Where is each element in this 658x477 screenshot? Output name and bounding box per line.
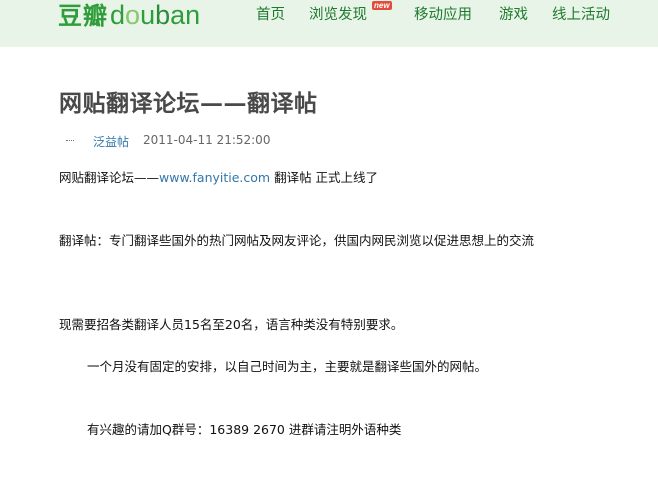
intro-prefix: 网贴翻译论坛—— [59, 170, 160, 185]
post-timestamp: 2011-04-11 21:52:00 [143, 133, 271, 147]
author-avatar[interactable] [66, 140, 74, 143]
author-link[interactable]: 泛益帖 [93, 133, 129, 150]
nav-item-games[interactable]: 游戏 [499, 3, 528, 24]
logo-chinese-text: 豆瓣 [58, 2, 108, 30]
nav-item-mobile-apps[interactable]: 移动应用 [414, 3, 472, 24]
top-navigation-bar: 豆瓣 douban 首页 浏览发现 new 移动应用 游戏 线上活动 [0, 0, 658, 47]
douban-logo[interactable]: 豆瓣 douban [58, 0, 200, 31]
paragraph-recruit: 现需要招各类翻译人员15名至20名，语言种类没有特别要求。 [59, 317, 404, 332]
logo-letter-a: a [170, 0, 186, 30]
logo-english-text: douban [110, 0, 200, 31]
new-badge: new [372, 1, 392, 10]
logo-letter-n: n [185, 0, 201, 30]
logo-letter-u: u [140, 0, 156, 30]
page-title: 网贴翻译论坛——翻译帖 [59, 90, 318, 117]
nav-item-home[interactable]: 首页 [256, 3, 285, 24]
nav-item-explore[interactable]: 浏览发现 [309, 3, 367, 24]
paragraph-schedule: 一个月没有固定的安排，以自己时间为主，主要就是翻译些国外的网帖。 [87, 359, 488, 374]
intro-suffix: 翻译帖 正式上线了 [270, 170, 379, 185]
paragraph-intro: 网贴翻译论坛——www.fanyitie.com 翻译帖 正式上线了 [59, 167, 378, 186]
logo-letter-o: o [125, 0, 141, 30]
website-link[interactable]: www.fanyitie.com [159, 170, 270, 185]
paragraph-contact: 有兴趣的请加Q群号：16389 2670 进群请注明外语种类 [87, 422, 402, 437]
logo-letter-d: d [110, 0, 126, 30]
nav-item-online-events[interactable]: 线上活动 [552, 3, 610, 24]
paragraph-description: 翻译帖：专门翻译些国外的热门网帖及网友评论，供国内网民浏览以促进思想上的交流 [59, 233, 535, 248]
logo-letter-b: b [155, 0, 171, 30]
